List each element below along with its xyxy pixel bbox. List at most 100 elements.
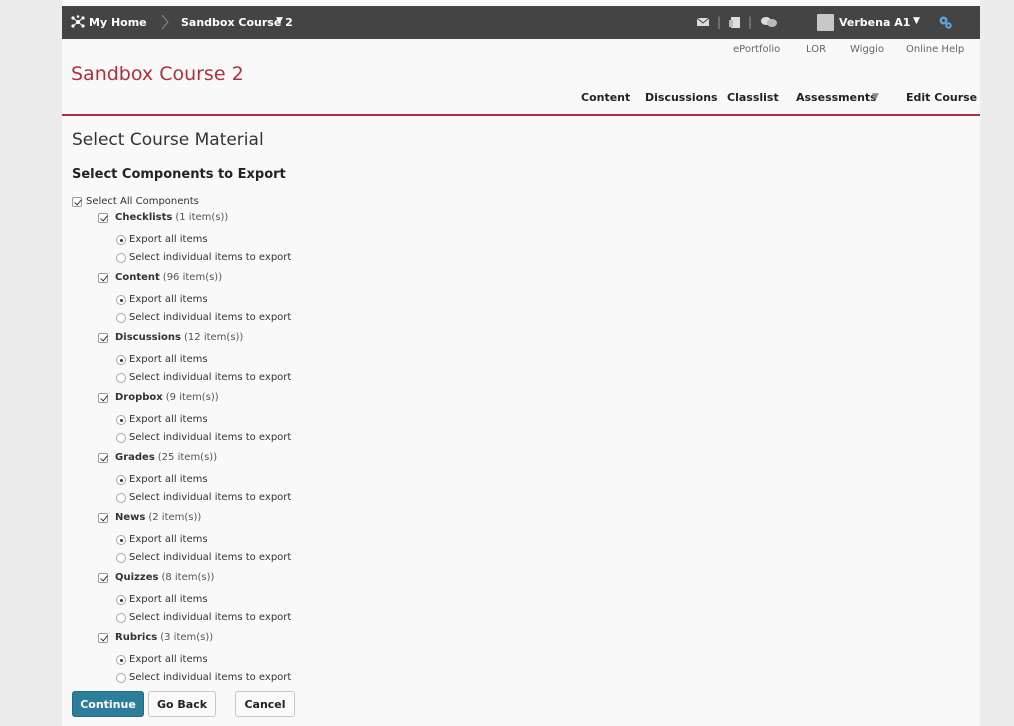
export-all-option: Export all items: [116, 294, 208, 305]
export-all-label: Export all items: [129, 654, 208, 665]
avatar[interactable]: [817, 14, 834, 31]
export-all-option: Export all items: [116, 534, 208, 545]
gear-icon[interactable]: [938, 15, 953, 30]
export-all-label: Export all items: [129, 414, 208, 425]
top-navbar: My Home Sandbox Course 2 ▼ | | Verbena A…: [62, 6, 980, 39]
chevron-down-icon[interactable]: ▼: [913, 16, 920, 26]
export-all-option: Export all items: [116, 654, 208, 665]
select-individual-radio[interactable]: [116, 432, 126, 443]
select-individual-label: Select individual items to export: [129, 252, 292, 263]
component-name: Dropbox: [115, 392, 163, 403]
export-all-option: Export all items: [116, 234, 208, 245]
export-all-radio[interactable]: [116, 594, 126, 605]
component-count: (9 item(s)): [165, 392, 219, 403]
export-all-option: Export all items: [116, 354, 208, 365]
component-checkbox[interactable]: [98, 212, 108, 223]
export-all-option: Export all items: [116, 474, 208, 485]
select-individual-option: Select individual items to export: [116, 312, 291, 323]
component-name: Quizzes: [115, 572, 159, 583]
component-name: Content: [115, 272, 160, 283]
export-all-radio[interactable]: [116, 234, 126, 245]
select-individual-label: Select individual items to export: [129, 372, 292, 383]
select-all-row: Select All Components: [72, 196, 199, 207]
component-name: News: [115, 512, 146, 523]
export-all-label: Export all items: [129, 234, 208, 245]
component-count: (8 item(s)): [161, 572, 215, 583]
component-row: Discussions (12 item(s)): [98, 332, 243, 343]
export-all-option: Export all items: [116, 594, 208, 605]
select-individual-radio[interactable]: [116, 612, 126, 623]
select-individual-radio[interactable]: [116, 552, 126, 563]
chat-icon[interactable]: [760, 15, 778, 29]
lor-link[interactable]: LOR: [806, 44, 826, 55]
component-checkbox[interactable]: [98, 392, 108, 403]
export-all-radio[interactable]: [116, 294, 126, 305]
export-all-label: Export all items: [129, 354, 208, 365]
component-count: (3 item(s)): [160, 632, 214, 643]
component-row: Quizzes (8 item(s)): [98, 572, 214, 583]
nav-content[interactable]: Content: [581, 91, 630, 104]
chevron-down-icon[interactable]: ▼: [276, 16, 283, 26]
nav-discussions[interactable]: Discussions: [645, 91, 718, 104]
component-checkbox[interactable]: [98, 452, 108, 463]
component-checkbox[interactable]: [98, 332, 108, 343]
page-title: Select Course Material: [72, 130, 264, 150]
component-checkbox[interactable]: [98, 512, 108, 523]
home-icon[interactable]: [71, 15, 85, 29]
chevron-right-icon: [161, 14, 169, 30]
select-individual-label: Select individual items to export: [129, 612, 292, 623]
select-individual-label: Select individual items to export: [129, 492, 292, 503]
mail-icon[interactable]: [696, 15, 710, 29]
component-count: (1 item(s)): [175, 212, 229, 223]
component-checkbox[interactable]: [98, 572, 108, 583]
select-all-label: Select All Components: [86, 196, 199, 207]
select-individual-label: Select individual items to export: [129, 672, 292, 683]
go-back-button[interactable]: Go Back: [148, 691, 216, 717]
select-individual-radio[interactable]: [116, 312, 126, 323]
notebook-icon[interactable]: [728, 15, 742, 29]
select-individual-label: Select individual items to export: [129, 312, 292, 323]
chevron-down-icon[interactable]: ▼: [872, 92, 879, 102]
select-individual-radio[interactable]: [116, 252, 126, 263]
export-all-radio[interactable]: [116, 354, 126, 365]
cancel-button[interactable]: Cancel: [235, 691, 295, 717]
divider: |: [748, 15, 753, 29]
select-individual-radio[interactable]: [116, 492, 126, 503]
wiggio-link[interactable]: Wiggio: [850, 44, 884, 55]
export-all-radio[interactable]: [116, 654, 126, 665]
export-all-radio[interactable]: [116, 474, 126, 485]
divider: |: [717, 15, 722, 29]
export-all-radio[interactable]: [116, 534, 126, 545]
export-all-label: Export all items: [129, 474, 208, 485]
nav-edit-course[interactable]: Edit Course: [906, 91, 977, 104]
export-all-label: Export all items: [129, 534, 208, 545]
online-help-link[interactable]: Online Help: [906, 44, 964, 55]
select-individual-option: Select individual items to export: [116, 612, 291, 623]
select-individual-option: Select individual items to export: [116, 552, 291, 563]
select-all-checkbox[interactable]: [72, 196, 82, 207]
nav-classlist[interactable]: Classlist: [727, 91, 779, 104]
continue-button[interactable]: Continue: [72, 691, 144, 717]
export-all-label: Export all items: [129, 594, 208, 605]
component-count: (12 item(s)): [184, 332, 244, 343]
select-individual-option: Select individual items to export: [116, 672, 291, 683]
select-individual-option: Select individual items to export: [116, 492, 291, 503]
select-individual-option: Select individual items to export: [116, 372, 291, 383]
component-row: Rubrics (3 item(s)): [98, 632, 213, 643]
my-home-link[interactable]: My Home: [89, 16, 147, 29]
select-individual-radio[interactable]: [116, 372, 126, 383]
select-individual-label: Select individual items to export: [129, 552, 292, 563]
component-row: Grades (25 item(s)): [98, 452, 217, 463]
export-all-radio[interactable]: [116, 414, 126, 425]
course-title[interactable]: Sandbox Course 2: [71, 63, 244, 85]
component-checkbox[interactable]: [98, 632, 108, 643]
eportfolio-link[interactable]: ePortfolio: [733, 44, 780, 55]
component-name: Rubrics: [115, 632, 158, 643]
select-individual-radio[interactable]: [116, 672, 126, 683]
nav-assessments[interactable]: Assessments: [796, 91, 877, 104]
select-individual-label: Select individual items to export: [129, 432, 292, 443]
component-name: Discussions: [115, 332, 182, 343]
component-row: Checklists (1 item(s)): [98, 212, 228, 223]
user-menu[interactable]: Verbena A1: [839, 16, 910, 29]
component-checkbox[interactable]: [98, 272, 108, 283]
